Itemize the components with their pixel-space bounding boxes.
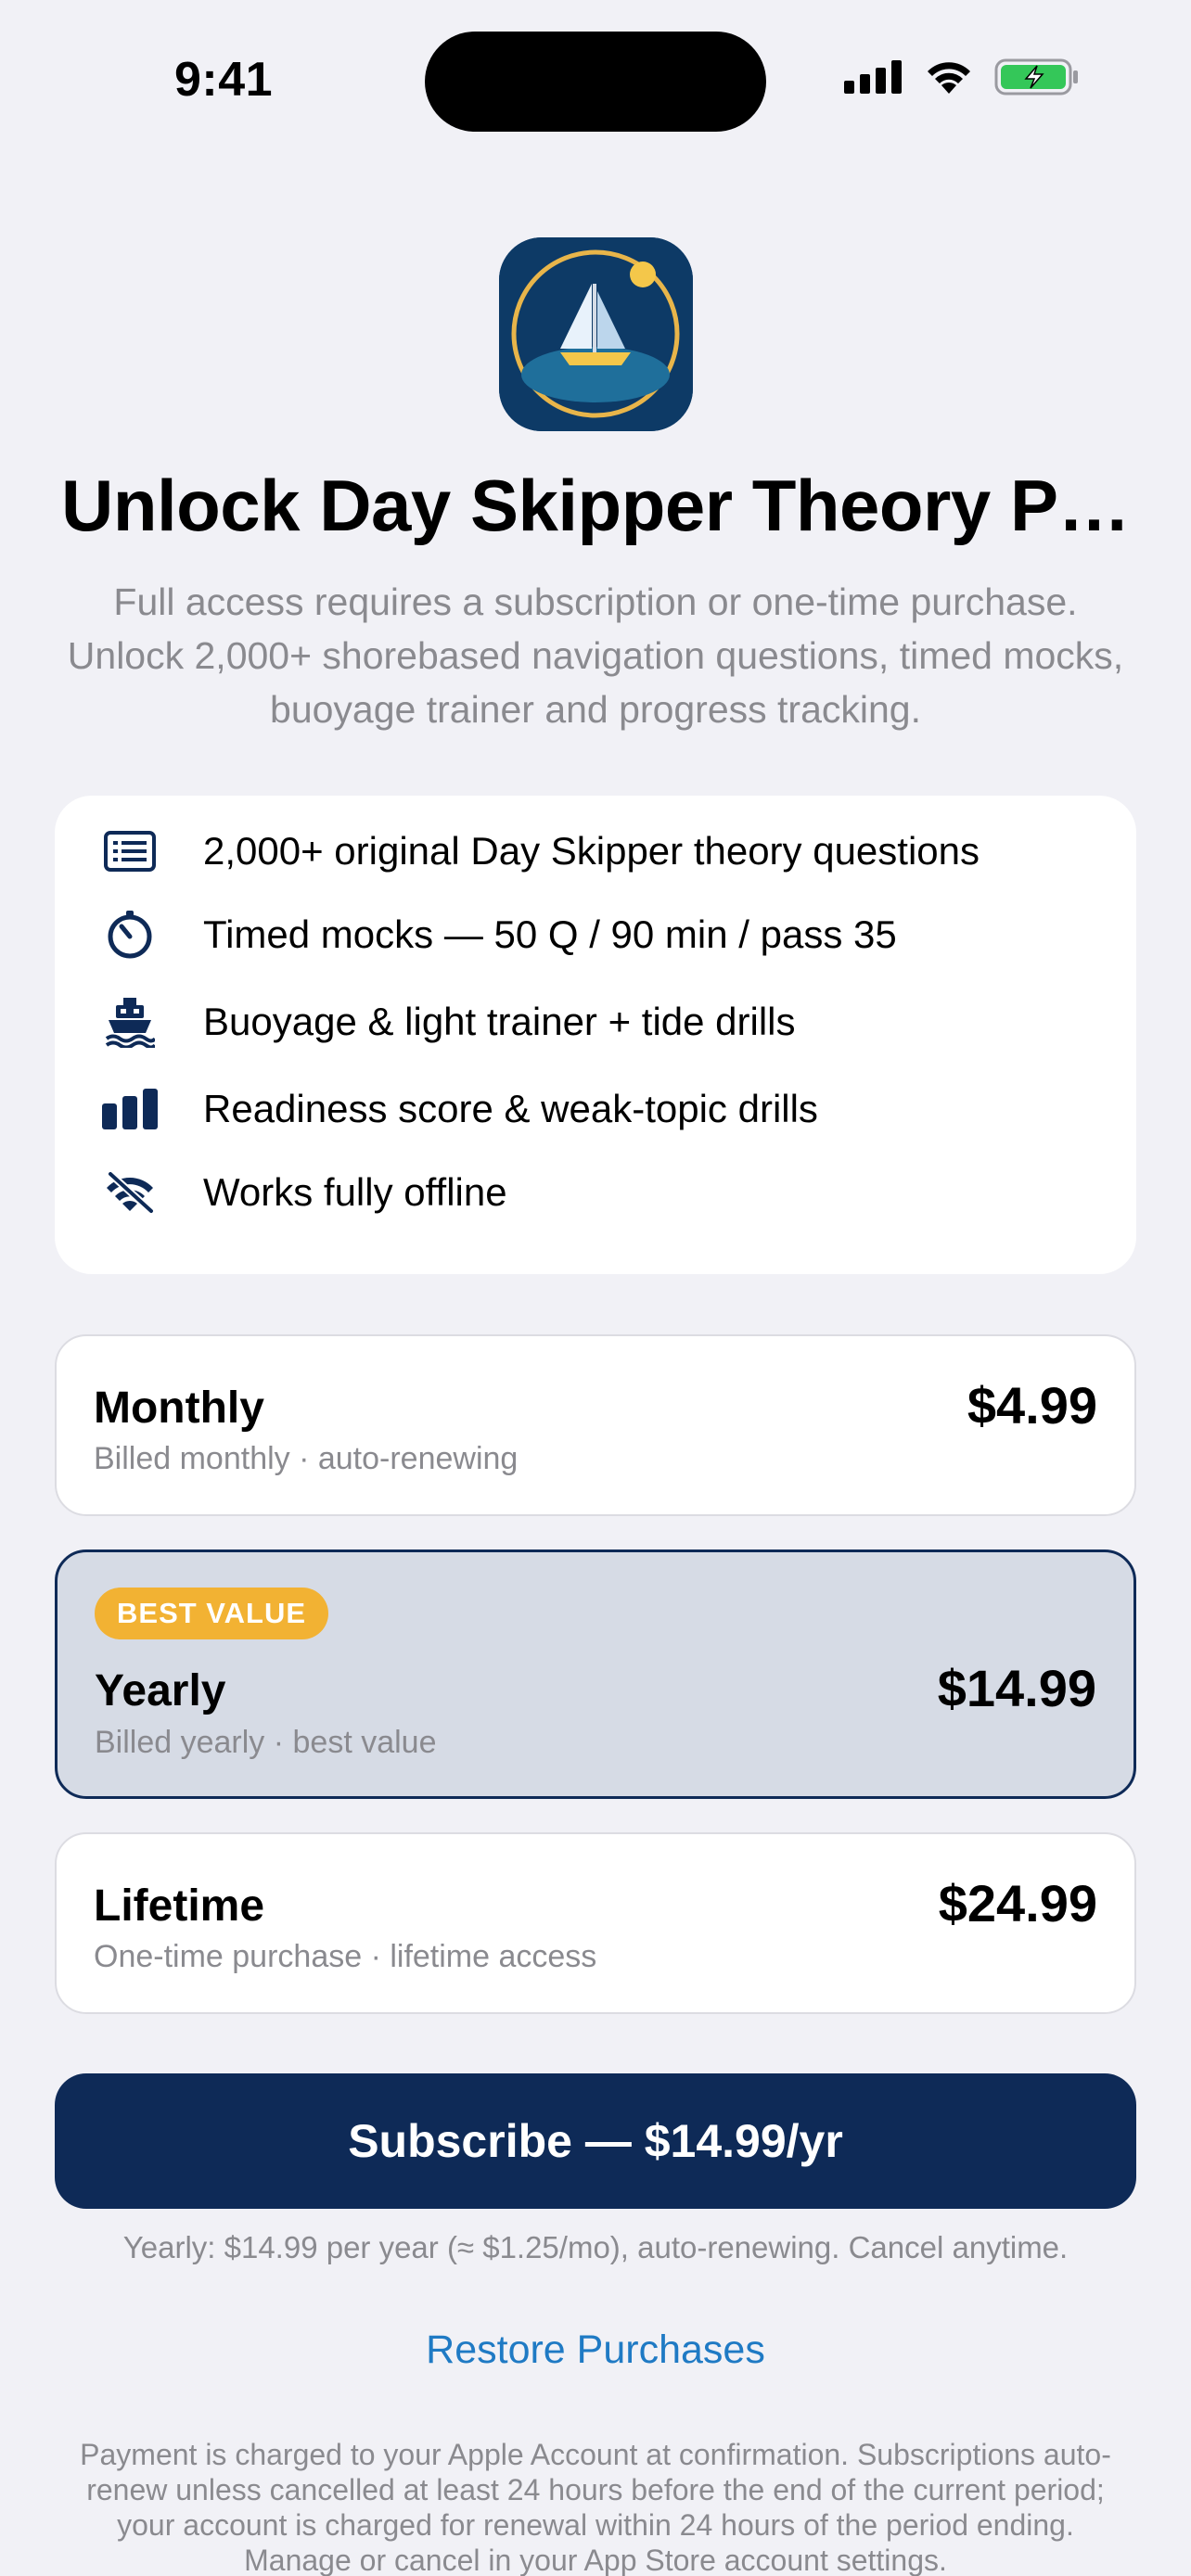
ferry-icon <box>101 993 159 1051</box>
feature-row-mocks: Timed mocks — 50 Q / 90 min / pass 35 <box>101 907 897 963</box>
feature-label: Buoyage & light trainer + tide drills <box>203 1000 796 1043</box>
app-icon <box>499 237 693 431</box>
paywall-subtitle: Full access requires a subscription or o… <box>67 580 1124 731</box>
feature-label: Readiness score & weak-topic drills <box>203 1087 818 1130</box>
plan-lifetime[interactable]: Lifetime One-time purchase · lifetime ac… <box>55 1832 1136 2014</box>
feature-label: 2,000+ original Day Skipper theory quest… <box>203 829 980 873</box>
plan-name: Monthly <box>94 1384 264 1433</box>
wifi-icon <box>928 62 970 94</box>
bar-chart-icon <box>101 1080 159 1138</box>
cellular-signal-icon <box>844 60 902 94</box>
feature-label: Works fully offline <box>203 1170 507 1214</box>
feature-row-offline: Works fully offline <box>101 1165 507 1220</box>
best-value-badge: BEST VALUE <box>95 1588 329 1639</box>
pricing-note: Yearly: $14.99 per year (≈ $1.25/mo), au… <box>122 2230 1069 2264</box>
status-bar: 9:41 <box>0 0 1191 158</box>
feature-label: Timed mocks — 50 Q / 90 min / pass 35 <box>203 912 897 956</box>
subscribe-button[interactable]: Subscribe — $14.99/yr <box>55 2073 1136 2209</box>
plan-name: Lifetime <box>94 1881 265 1931</box>
restore-purchases-link[interactable]: Restore Purchases <box>0 2327 1191 2373</box>
plan-price: $14.99 <box>937 1659 1096 1717</box>
feature-row-questions: 2,000+ original Day Skipper theory quest… <box>101 823 980 879</box>
wifi-off-icon <box>101 1164 159 1221</box>
features-card: 2,000+ original Day Skipper theory quest… <box>55 796 1136 1274</box>
sailboat-app-icon <box>499 237 693 431</box>
plan-description: Billed monthly · auto-renewing <box>94 1441 519 1476</box>
timer-icon <box>101 906 159 963</box>
paywall-title: Unlock Day Skipper Theory P… <box>60 465 1131 546</box>
legal-text: Payment is charged to your Apple Account… <box>80 2438 1111 2576</box>
feature-row-buoyage: Buoyage & light trainer + tide drills <box>101 994 796 1050</box>
list-icon <box>101 823 159 880</box>
plan-yearly[interactable]: BEST VALUE Yearly Billed yearly · best v… <box>55 1549 1136 1799</box>
feature-row-readiness: Readiness score & weak-topic drills <box>101 1081 818 1137</box>
plan-name: Yearly <box>95 1666 226 1715</box>
plan-price: $4.99 <box>967 1376 1097 1435</box>
plan-description: Billed yearly · best value <box>95 1725 437 1760</box>
plan-monthly[interactable]: Monthly Billed monthly · auto-renewing $… <box>55 1334 1136 1516</box>
status-time: 9:41 <box>174 53 274 107</box>
plan-price: $24.99 <box>938 1874 1097 1932</box>
battery-charging-icon <box>994 58 1078 96</box>
dynamic-island <box>425 32 766 132</box>
paywall-screen: 9:41 Unlock Day Skipper Theory P… Full a… <box>0 0 1191 2576</box>
status-icons <box>844 57 1080 96</box>
plan-description: One-time purchase · lifetime access <box>94 1939 597 1974</box>
